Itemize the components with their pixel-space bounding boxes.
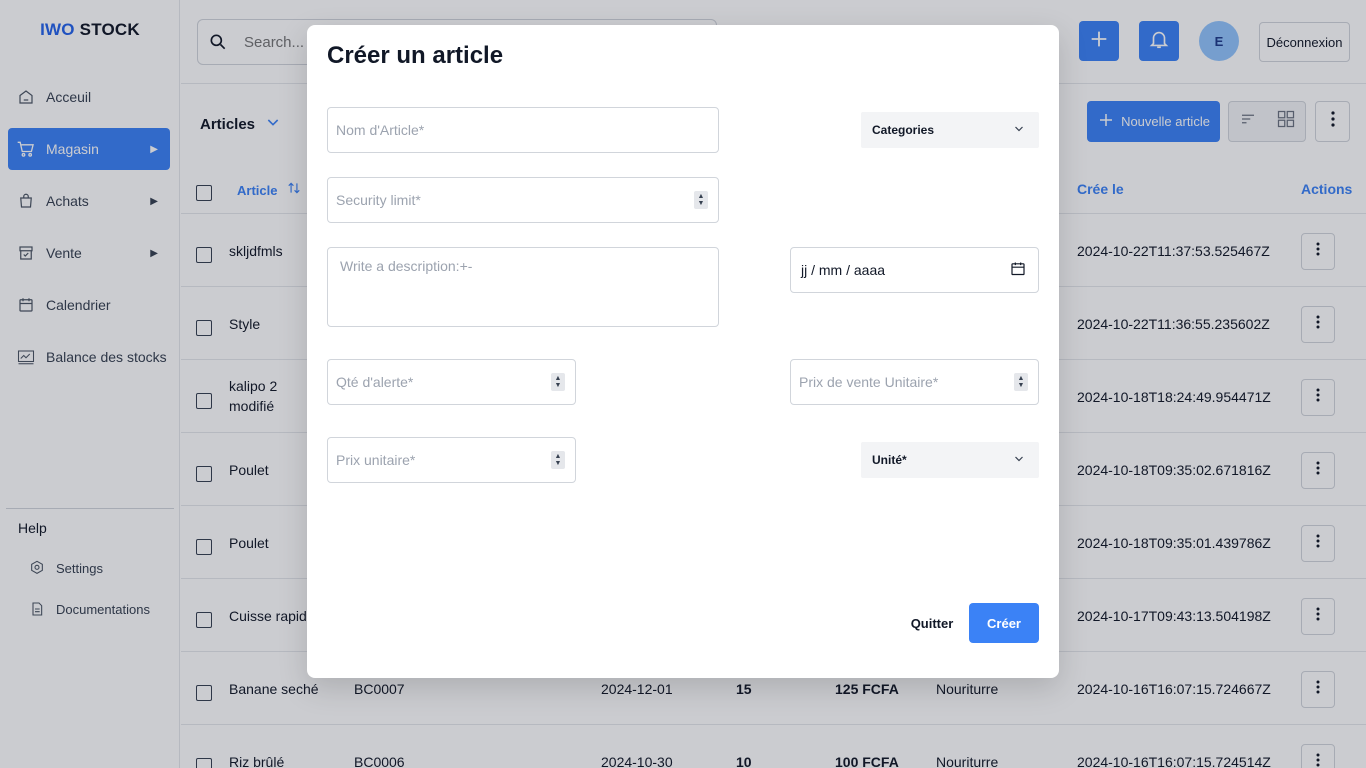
alert-qty-field: ▲▼ (327, 359, 576, 405)
article-name-field (327, 107, 719, 153)
stepper-up-icon: ▲ (554, 375, 562, 382)
categories-select[interactable]: Categories (861, 112, 1039, 148)
date-field[interactable]: jj / mm / aaaa (790, 247, 1039, 293)
sale-price-input[interactable] (791, 374, 1038, 390)
stepper-down-icon: ▼ (1017, 382, 1025, 389)
stepper-down-icon: ▼ (554, 460, 562, 467)
unit-label: Unité* (872, 453, 907, 467)
number-stepper[interactable]: ▲ ▼ (551, 373, 565, 391)
unit-price-field: ▲▼ (327, 437, 576, 483)
article-name-input[interactable] (328, 122, 718, 138)
quit-button[interactable]: Quitter (905, 603, 959, 643)
categories-label: Categories (872, 123, 935, 137)
chevron-down-icon (1013, 123, 1025, 138)
sale-price-field: ▲▼ (790, 359, 1039, 405)
security-limit-field: ▲▼ (327, 177, 719, 223)
number-stepper[interactable]: ▲ ▼ (1014, 373, 1028, 391)
stepper-down-icon: ▼ (554, 382, 562, 389)
create-article-modal: Créer un article Categories ▲▼ jj / mm /… (307, 25, 1059, 678)
description-input[interactable] (328, 258, 718, 306)
number-stepper[interactable]: ▲ ▼ (551, 451, 565, 469)
chevron-down-icon (1013, 453, 1025, 468)
stepper-up-icon: ▲ (697, 193, 705, 200)
calendar-icon[interactable] (1010, 261, 1026, 280)
stepper-up-icon: ▲ (554, 453, 562, 460)
security-limit-input[interactable] (328, 192, 718, 208)
create-button[interactable]: Créer (969, 603, 1039, 643)
modal-title: Créer un article (327, 42, 504, 69)
description-field (327, 247, 719, 327)
unit-price-input[interactable] (328, 452, 575, 468)
unit-select[interactable]: Unité* (861, 442, 1039, 478)
number-stepper[interactable]: ▲ ▼ (694, 191, 708, 209)
alert-qty-input[interactable] (328, 374, 575, 390)
stepper-up-icon: ▲ (1017, 375, 1025, 382)
date-placeholder: jj / mm / aaaa (801, 262, 886, 278)
stepper-down-icon: ▼ (697, 200, 705, 207)
